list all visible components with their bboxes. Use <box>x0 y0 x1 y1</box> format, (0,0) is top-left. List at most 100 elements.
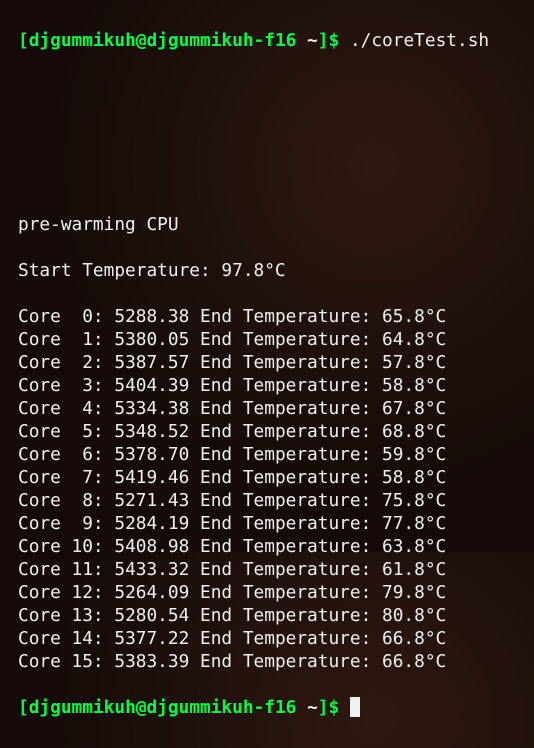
core-frequency: 5383.39 <box>114 651 189 672</box>
core-frequency: 5433.32 <box>114 559 189 580</box>
core-line: Core 15: 5383.39 End Temperature: 66.8°C <box>18 650 516 673</box>
blank-line <box>18 167 516 190</box>
core-frequency: 5280.54 <box>114 605 189 626</box>
prompt-open-bracket: [ <box>18 30 29 51</box>
core-end-temp-label: End Temperature: <box>189 582 382 603</box>
core-label: Core 10: <box>18 536 114 557</box>
core-frequency: 5264.09 <box>114 582 189 603</box>
core-end-temp-value: 61.8°C <box>382 559 446 580</box>
core-end-temp-label: End Temperature: <box>189 329 382 350</box>
prompt-line-2: [djgummikuh@djgummikuh-f16 ~]$ <box>18 696 516 719</box>
prompt-dollar: $ <box>329 30 340 51</box>
core-frequency: 5419.46 <box>114 467 189 488</box>
core-label: Core 9: <box>18 513 114 534</box>
core-end-temp-value: 58.8°C <box>382 375 446 396</box>
prompt-open-bracket: [ <box>18 697 29 718</box>
core-end-temp-label: End Temperature: <box>189 513 382 534</box>
core-end-temp-label: End Temperature: <box>189 467 382 488</box>
core-label: Core 14: <box>18 628 114 649</box>
core-label: Core 0: <box>18 306 114 327</box>
core-line: Core 9: 5284.19 End Temperature: 77.8°C <box>18 512 516 535</box>
start-temp-label: Start Temperature: <box>18 260 221 281</box>
terminal-output[interactable]: [djgummikuh@djgummikuh-f16 ~]$ ./coreTes… <box>0 0 534 748</box>
prompt-close-bracket: ] <box>318 30 329 51</box>
core-line: Core 2: 5387.57 End Temperature: 57.8°C <box>18 351 516 374</box>
core-end-temp-value: 68.8°C <box>382 421 446 442</box>
core-end-temp-label: End Temperature: <box>189 421 382 442</box>
start-temp-line: Start Temperature: 97.8°C <box>18 259 516 282</box>
cursor <box>350 697 360 717</box>
core-end-temp-value: 75.8°C <box>382 490 446 511</box>
core-label: Core 13: <box>18 605 114 626</box>
core-line: Core 14: 5377.22 End Temperature: 66.8°C <box>18 627 516 650</box>
core-line: Core 4: 5334.38 End Temperature: 67.8°C <box>18 397 516 420</box>
core-end-temp-value: 63.8°C <box>382 536 446 557</box>
core-end-temp-value: 66.8°C <box>382 651 446 672</box>
core-end-temp-label: End Temperature: <box>189 306 382 327</box>
command-text: ./coreTest.sh <box>339 30 489 51</box>
core-lines-container: Core 0: 5288.38 End Temperature: 65.8°CC… <box>18 305 516 673</box>
core-end-temp-label: End Temperature: <box>189 536 382 557</box>
core-frequency: 5377.22 <box>114 628 189 649</box>
core-end-temp-value: 65.8°C <box>382 306 446 327</box>
core-label: Core 7: <box>18 467 114 488</box>
core-label: Core 1: <box>18 329 114 350</box>
blank-line <box>18 121 516 144</box>
core-end-temp-value: 79.8°C <box>382 582 446 603</box>
core-end-temp-value: 77.8°C <box>382 513 446 534</box>
prompt-line-1: [djgummikuh@djgummikuh-f16 ~]$ ./coreTes… <box>18 29 516 52</box>
core-end-temp-label: End Temperature: <box>189 375 382 396</box>
prompt-cwd: ~ <box>307 697 318 718</box>
prompt-space <box>296 30 307 51</box>
core-frequency: 5284.19 <box>114 513 189 534</box>
core-label: Core 5: <box>18 421 114 442</box>
core-label: Core 2: <box>18 352 114 373</box>
core-end-temp-label: End Temperature: <box>189 352 382 373</box>
prompt-cwd: ~ <box>307 30 318 51</box>
core-label: Core 4: <box>18 398 114 419</box>
core-frequency: 5380.05 <box>114 329 189 350</box>
core-frequency: 5387.57 <box>114 352 189 373</box>
prompt-dollar: $ <box>329 697 340 718</box>
core-frequency: 5404.39 <box>114 375 189 396</box>
core-line: Core 1: 5380.05 End Temperature: 64.8°C <box>18 328 516 351</box>
core-end-temp-value: 58.8°C <box>382 467 446 488</box>
core-end-temp-value: 57.8°C <box>382 352 446 373</box>
core-line: Core 7: 5419.46 End Temperature: 58.8°C <box>18 466 516 489</box>
core-end-temp-label: End Temperature: <box>189 605 382 626</box>
prompt-user-host: djgummikuh@djgummikuh-f16 <box>29 697 297 718</box>
core-frequency: 5348.52 <box>114 421 189 442</box>
core-frequency: 5271.43 <box>114 490 189 511</box>
blank-line <box>18 75 516 98</box>
core-line: Core 8: 5271.43 End Temperature: 75.8°C <box>18 489 516 512</box>
start-temp-value: 97.8°C <box>221 260 285 281</box>
core-label: Core 8: <box>18 490 114 511</box>
core-end-temp-value: 67.8°C <box>382 398 446 419</box>
core-label: Core 11: <box>18 559 114 580</box>
prompt-close-bracket: ] <box>318 697 329 718</box>
core-frequency: 5408.98 <box>114 536 189 557</box>
core-end-temp-value: 80.8°C <box>382 605 446 626</box>
core-end-temp-label: End Temperature: <box>189 444 382 465</box>
prewarm-line: pre-warming CPU <box>18 213 516 236</box>
prompt-user-host: djgummikuh@djgummikuh-f16 <box>29 30 297 51</box>
core-line: Core 11: 5433.32 End Temperature: 61.8°C <box>18 558 516 581</box>
core-line: Core 12: 5264.09 End Temperature: 79.8°C <box>18 581 516 604</box>
core-end-temp-label: End Temperature: <box>189 651 382 672</box>
prompt-space <box>296 697 307 718</box>
core-end-temp-label: End Temperature: <box>189 398 382 419</box>
core-line: Core 13: 5280.54 End Temperature: 80.8°C <box>18 604 516 627</box>
core-end-temp-label: End Temperature: <box>189 628 382 649</box>
core-end-temp-value: 64.8°C <box>382 329 446 350</box>
core-frequency: 5378.70 <box>114 444 189 465</box>
core-label: Core 12: <box>18 582 114 603</box>
core-end-temp-label: End Temperature: <box>189 490 382 511</box>
core-line: Core 6: 5378.70 End Temperature: 59.8°C <box>18 443 516 466</box>
core-frequency: 5334.38 <box>114 398 189 419</box>
core-line: Core 5: 5348.52 End Temperature: 68.8°C <box>18 420 516 443</box>
core-end-temp-label: End Temperature: <box>189 559 382 580</box>
core-end-temp-value: 66.8°C <box>382 628 446 649</box>
core-label: Core 6: <box>18 444 114 465</box>
core-end-temp-value: 59.8°C <box>382 444 446 465</box>
core-line: Core 3: 5404.39 End Temperature: 58.8°C <box>18 374 516 397</box>
